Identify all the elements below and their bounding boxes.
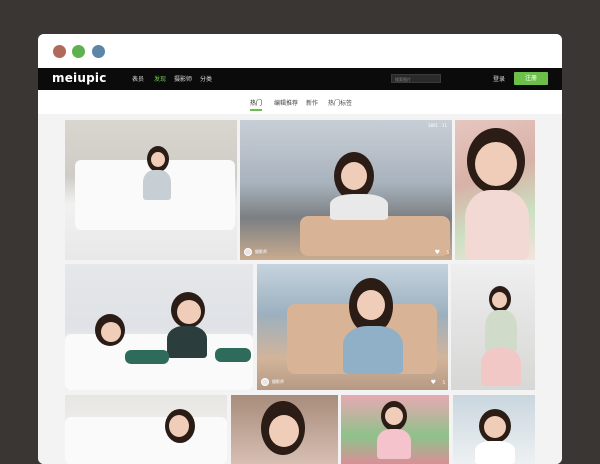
author-avatar-icon[interactable] [244,248,252,256]
photo-like-count: 5 [446,250,449,255]
heart-icon[interactable]: ♥ [431,379,436,386]
photo-card[interactable] [341,395,449,464]
nav-link-0[interactable]: 表员 [132,74,144,83]
photo-card[interactable] [231,395,338,464]
login-link[interactable]: 登录 [493,74,505,83]
photo-card[interactable] [65,120,237,260]
photo-card[interactable] [453,395,535,464]
nav-link-photographers[interactable]: 摄影师 [174,74,192,83]
heart-icon[interactable]: ♥ [435,249,440,256]
tab-editor-picks[interactable]: 编辑推荐 [274,98,298,107]
author-avatar-icon[interactable] [261,378,269,386]
tab-hot-tags[interactable]: 热门标签 [328,98,352,107]
photo-gallery: 3801 · 11 摄影师 ♥ 5 摄影师 ♥ 5 [38,114,562,464]
maximize-window-button[interactable] [92,45,105,58]
register-button[interactable]: 注册 [514,72,548,85]
photo-card[interactable]: 3801 · 11 摄影师 ♥ 5 [240,120,452,260]
close-window-button[interactable] [53,45,66,58]
photo-author[interactable]: 摄影师 [272,379,284,385]
photo-card[interactable] [65,264,253,390]
search-input[interactable]: 搜索图片 [391,74,441,83]
photo-card[interactable] [451,264,535,390]
photo-card[interactable] [455,120,535,260]
photo-like-count: 5 [442,380,445,385]
sub-navigation: 热门 编辑推荐 新作 热门标签 [38,90,562,115]
top-navbar: meiupic 表员 发现 摄影师 分类 搜索图片 登录 注册 [38,68,562,90]
browser-window: meiupic 表员 发现 摄影师 分类 搜索图片 登录 注册 热门 编辑推荐 … [38,34,562,464]
window-titlebar [38,34,562,70]
tab-hot[interactable]: 热门 [250,98,262,107]
minimize-window-button[interactable] [72,45,85,58]
nav-link-discover[interactable]: 发现 [154,74,166,83]
site-logo[interactable]: meiupic [52,71,107,85]
tab-new[interactable]: 新作 [306,98,318,107]
photo-card[interactable]: 摄影师 ♥ 5 [257,264,448,390]
photo-view-count: 3801 · 11 [427,123,447,128]
photo-card[interactable] [65,395,227,464]
photo-author[interactable]: 摄影师 [255,249,267,255]
active-tab-indicator [250,109,262,111]
nav-link-categories[interactable]: 分类 [200,74,212,83]
